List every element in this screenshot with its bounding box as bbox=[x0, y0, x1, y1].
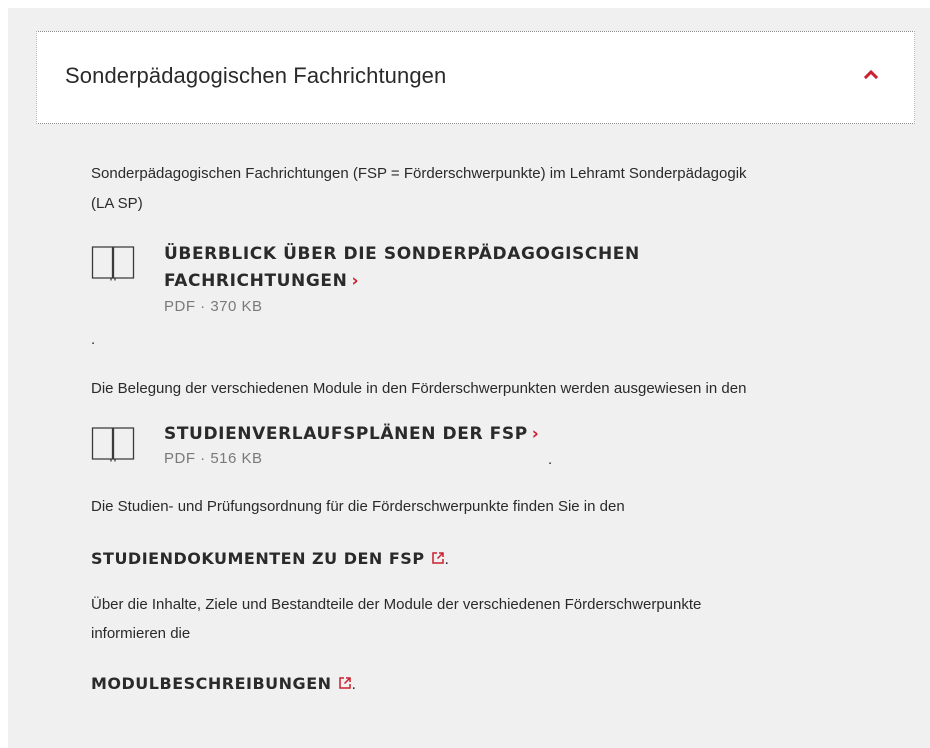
chevron-up-icon[interactable] bbox=[864, 69, 878, 79]
link-label: STUDIENDOKUMENTEN ZU DEN FSP bbox=[91, 549, 425, 568]
stray-dot: . bbox=[91, 331, 96, 348]
doc-title: STUDIENVERLAUFSPLÄNEN DER FSP bbox=[164, 424, 528, 444]
modulbeschreibungen-link[interactable]: MODULBESCHREIBUNGEN . bbox=[91, 674, 356, 694]
belegung-text: Die Belegung der verschiedenen Module in… bbox=[91, 380, 747, 397]
doc-title-line2: FACHRICHTUNGEN bbox=[164, 271, 348, 291]
accordion-content: Sonderpädagogischen Fachrichtungen (FSP … bbox=[36, 124, 915, 748]
external-link-icon bbox=[338, 677, 351, 689]
inhalte-text-line2: informieren die bbox=[91, 625, 191, 642]
doc-meta: PDF · 516 KB bbox=[164, 450, 263, 467]
doc-title-line1: ÜBERBLICK ÜBER DIE SONDERPÄDAGOGISCHEN bbox=[164, 244, 640, 264]
doc-link-ueberblick[interactable]: ÜBERBLICK ÜBER DIE SONDERPÄDAGOGISCHEN bbox=[164, 242, 640, 266]
accordion-title: Sonderpädagogischen Fachrichtungen bbox=[65, 63, 447, 88]
inhalte-text-line1: Über die Inhalte, Ziele und Bestandteile… bbox=[91, 596, 702, 613]
external-link-icon bbox=[431, 552, 444, 564]
doc-meta: PDF · 370 KB bbox=[164, 298, 263, 315]
intro-text-line2: (LA SP) bbox=[91, 195, 143, 212]
doc-link-ueberblick-line2[interactable]: FACHRICHTUNGEN › bbox=[164, 269, 359, 293]
link-period: . bbox=[444, 551, 449, 568]
pruefung-text: Die Studien- und Prüfungsordnung für die… bbox=[91, 498, 625, 515]
chevron-right-icon: › bbox=[531, 424, 540, 444]
stray-dot: . bbox=[548, 451, 553, 468]
page: Sonderpädagogischen Fachrichtungen Sonde… bbox=[0, 0, 930, 748]
studiendokumente-link[interactable]: STUDIENDOKUMENTEN ZU DEN FSP . bbox=[91, 549, 449, 569]
book-icon bbox=[91, 427, 135, 462]
doc-link-studienverlaufsplaene[interactable]: STUDIENVERLAUFSPLÄNEN DER FSP › bbox=[164, 422, 539, 446]
link-label: MODULBESCHREIBUNGEN bbox=[91, 674, 332, 693]
link-period: . bbox=[351, 676, 356, 693]
accordion-header[interactable]: Sonderpädagogischen Fachrichtungen bbox=[36, 31, 915, 124]
intro-text-line1: Sonderpädagogischen Fachrichtungen (FSP … bbox=[91, 165, 747, 182]
book-icon bbox=[91, 246, 135, 281]
chevron-right-icon: › bbox=[351, 271, 360, 291]
